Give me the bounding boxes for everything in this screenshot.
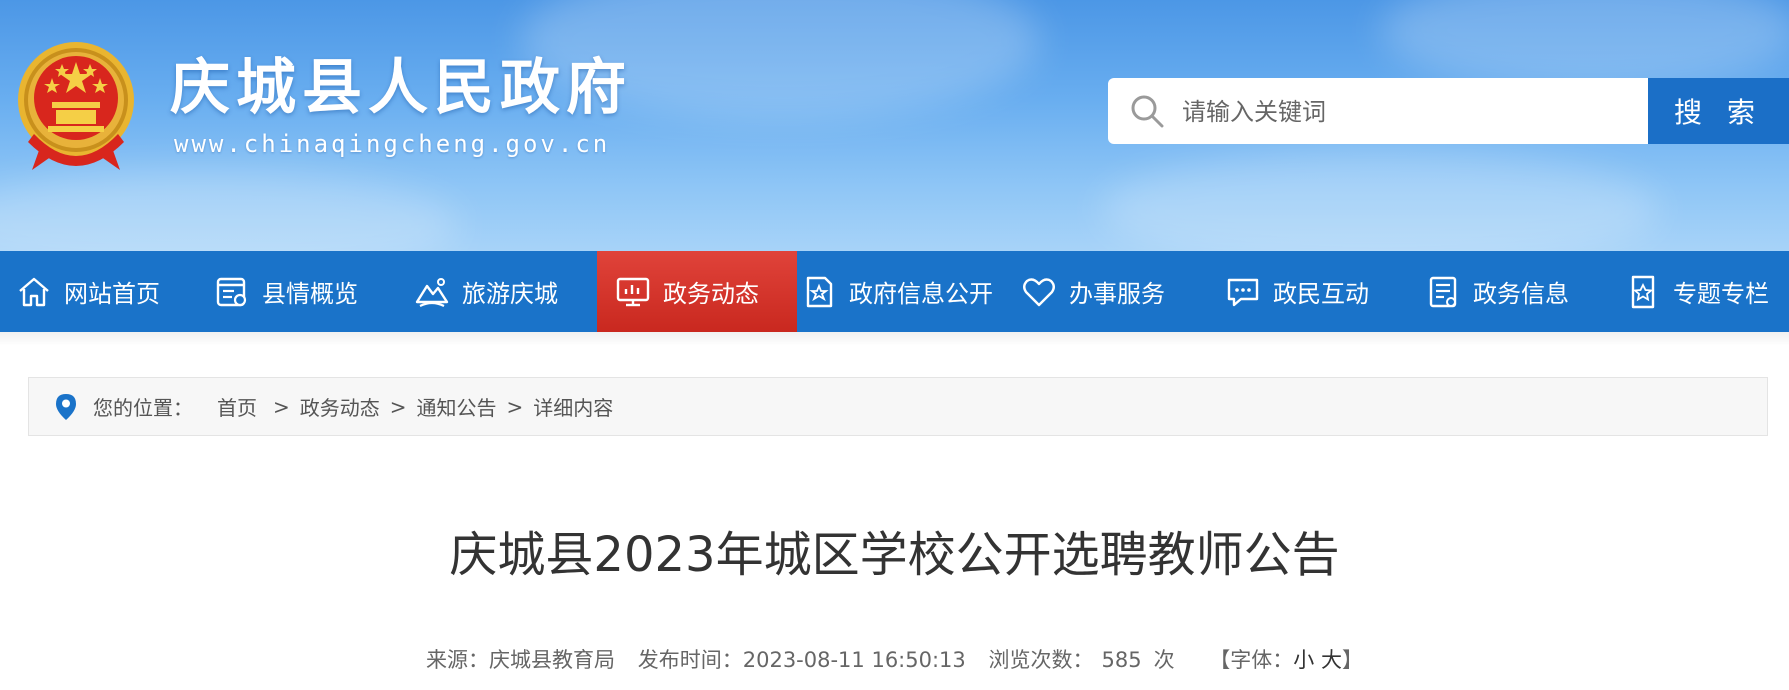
nav-item-special-topics[interactable]: 专题专栏 xyxy=(1607,251,1789,332)
source-info: 来源：庆城县教育局 xyxy=(426,648,615,672)
site-header: 庆城县人民政府 www.chinaqingcheng.gov.cn 搜 索 xyxy=(0,0,1789,251)
search-icon xyxy=(1131,95,1164,128)
header-cloud xyxy=(0,170,460,251)
source-value: 庆城县教育局 xyxy=(489,648,616,672)
font-label: 【字体： xyxy=(1209,648,1294,672)
nav-item-label: 政民互动 xyxy=(1273,280,1369,308)
breadcrumb-government-news-link[interactable]: 政务动态 xyxy=(300,392,380,421)
nav-item-county-overview[interactable]: 县情概览 xyxy=(188,251,388,332)
views-label: 浏览次数： xyxy=(988,648,1094,672)
publish-time-value: 2023-08-11 16:50:13 xyxy=(742,648,966,672)
font-close: 】 xyxy=(1341,648,1363,672)
font-size-control: 【字体：小 大】 xyxy=(1209,648,1363,672)
breadcrumb-separator: > xyxy=(273,394,290,419)
site-url: www.chinaqingcheng.gov.cn xyxy=(174,130,611,158)
main-nav: 网站首页 县情概览 旅游庆城 政务动态 政府信息公开 办事服务 政民互动 政务信… xyxy=(0,251,1789,332)
search-button[interactable]: 搜 索 xyxy=(1648,78,1789,144)
article-title: 庆城县2023年城区学校公开选聘教师公告 xyxy=(449,527,1340,583)
nav-item-home[interactable]: 网站首页 xyxy=(0,251,188,332)
monitor-chart-icon xyxy=(616,277,650,306)
nav-item-label: 专题专栏 xyxy=(1673,280,1769,308)
nav-item-label: 网站首页 xyxy=(64,280,160,308)
nav-item-government-news[interactable]: 政务动态 xyxy=(597,251,797,332)
home-icon xyxy=(19,277,49,306)
font-large-link[interactable]: 大 xyxy=(1321,648,1342,672)
nav-item-info-disclosure[interactable]: 政府信息公开 xyxy=(797,251,1007,332)
nav-item-label: 政府信息公开 xyxy=(849,280,993,308)
breadcrumb: 您的位置： 首页 > 政务动态 > 通知公告 > 详细内容 xyxy=(28,377,1768,436)
nav-item-label: 县情概览 xyxy=(262,280,358,308)
search-input[interactable] xyxy=(1180,92,1624,132)
site-title: 庆城县人民政府 xyxy=(170,53,632,123)
national-emblem-logo[interactable] xyxy=(12,38,140,176)
header-cloud xyxy=(1380,0,1789,90)
publish-time-info: 发布时间：2023-08-11 16:50:13 xyxy=(638,648,966,672)
views-unit: 次 xyxy=(1153,648,1175,672)
nav-item-label: 政务动态 xyxy=(663,280,759,308)
mountain-icon xyxy=(415,277,449,307)
header-cloud xyxy=(1100,150,1660,251)
breadcrumb-label: 您的位置： xyxy=(93,396,193,420)
breadcrumb-separator: > xyxy=(389,394,407,419)
publish-label: 发布时间： xyxy=(637,648,743,672)
breadcrumb-separator: > xyxy=(506,394,524,419)
clipboard-icon xyxy=(1429,276,1457,307)
star-badge-icon xyxy=(1631,275,1655,308)
breadcrumb-notices-link[interactable]: 通知公告 xyxy=(417,392,497,421)
document-icon xyxy=(216,277,247,306)
heart-hand-icon xyxy=(1023,277,1055,306)
font-small-link[interactable]: 小 xyxy=(1293,648,1314,672)
star-document-icon xyxy=(806,276,833,307)
article-meta: 来源：庆城县教育局 发布时间：2023-08-11 16:50:13 浏览次数：… xyxy=(0,644,1789,674)
nav-item-gov-info[interactable]: 政务信息 xyxy=(1407,251,1607,332)
nav-item-label: 旅游庆城 xyxy=(462,280,558,308)
search-box xyxy=(1108,78,1648,144)
nav-item-interaction[interactable]: 政民互动 xyxy=(1207,251,1407,332)
nav-item-tourism[interactable]: 旅游庆城 xyxy=(388,251,597,332)
breadcrumb-home-link[interactable]: 首页 xyxy=(217,392,257,421)
chat-icon xyxy=(1227,278,1259,306)
breadcrumb-current-page: 详细内容 xyxy=(533,396,614,420)
nav-shadow xyxy=(0,332,1789,346)
view-count-info: 浏览次数： 585 次 xyxy=(988,648,1174,672)
views-value: 585 xyxy=(1101,648,1142,672)
location-pin-icon xyxy=(56,393,76,420)
nav-item-label: 政务信息 xyxy=(1473,280,1569,308)
nav-item-label: 办事服务 xyxy=(1069,280,1165,308)
source-label: 来源： xyxy=(426,648,490,672)
nav-item-services[interactable]: 办事服务 xyxy=(1007,251,1207,332)
